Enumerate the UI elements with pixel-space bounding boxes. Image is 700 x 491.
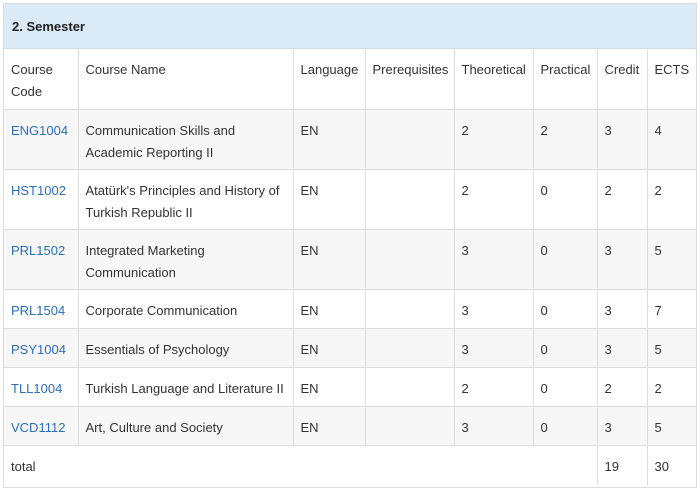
theoretical-cell: 2 bbox=[453, 366, 534, 407]
table-row: TLL1004 Turkish Language and Literature … bbox=[4, 366, 696, 407]
total-ects: 30 bbox=[646, 444, 696, 485]
practical-cell: 0 bbox=[532, 288, 598, 329]
course-code-link[interactable]: PRL1504 bbox=[11, 303, 65, 318]
table-header-row: Course Code Course Name Language Prerequi… bbox=[4, 49, 696, 110]
header-language: Language bbox=[292, 49, 366, 110]
theoretical-cell: 2 bbox=[453, 109, 534, 170]
course-table: Course Code Course Name Language Prerequi… bbox=[4, 49, 696, 485]
theoretical-cell: 3 bbox=[453, 228, 534, 290]
course-code-cell: VCD1112 bbox=[4, 405, 79, 446]
course-code-cell: TLL1004 bbox=[4, 366, 79, 407]
course-code-cell: PRL1504 bbox=[4, 288, 79, 329]
credit-cell: 3 bbox=[596, 109, 648, 170]
course-code-link[interactable]: HST1002 bbox=[11, 183, 66, 198]
theoretical-cell: 2 bbox=[453, 168, 534, 230]
prerequisites-cell bbox=[364, 405, 455, 446]
course-code-cell: PSY1004 bbox=[4, 327, 79, 368]
table-row: PSY1004 Essentials of Psychology EN 3 0 … bbox=[4, 327, 696, 368]
practical-cell: 2 bbox=[532, 109, 598, 170]
credit-cell: 3 bbox=[596, 288, 648, 329]
header-course-code: Course Code bbox=[4, 49, 79, 110]
header-course-name: Course Name bbox=[77, 49, 294, 110]
course-name-cell: Integrated Marketing Communication bbox=[77, 228, 294, 290]
language-cell: EN bbox=[292, 405, 366, 446]
course-name-cell: Communication Skills and Academic Reporti… bbox=[77, 109, 294, 170]
language-cell: EN bbox=[292, 288, 366, 329]
table-row: HST1002 Atatürk's Principles and History… bbox=[4, 168, 696, 230]
credit-cell: 2 bbox=[596, 168, 648, 230]
course-code-link[interactable]: TLL1004 bbox=[11, 381, 62, 396]
ects-cell: 5 bbox=[646, 327, 696, 368]
theoretical-cell: 3 bbox=[453, 405, 534, 446]
course-code-cell: PRL1502 bbox=[4, 228, 79, 290]
practical-cell: 0 bbox=[532, 228, 598, 290]
total-label: total bbox=[4, 444, 598, 485]
prerequisites-cell bbox=[364, 109, 455, 170]
ects-cell: 2 bbox=[646, 168, 696, 230]
course-code-link[interactable]: VCD1112 bbox=[11, 420, 65, 435]
total-credit: 19 bbox=[596, 444, 648, 485]
prerequisites-cell bbox=[364, 366, 455, 407]
credit-cell: 3 bbox=[596, 228, 648, 290]
credit-cell: 3 bbox=[596, 327, 648, 368]
ects-cell: 2 bbox=[646, 366, 696, 407]
language-cell: EN bbox=[292, 327, 366, 368]
course-code-cell: HST1002 bbox=[4, 168, 79, 230]
course-name-cell: Turkish Language and Literature II bbox=[77, 366, 294, 407]
language-cell: EN bbox=[292, 366, 366, 407]
practical-cell: 0 bbox=[532, 168, 598, 230]
table-row: ENG1004 Communication Skills and Academic… bbox=[4, 109, 696, 170]
header-credit: Credit bbox=[596, 49, 648, 110]
course-code-link[interactable]: ENG1004 bbox=[11, 123, 68, 138]
language-cell: EN bbox=[292, 228, 366, 290]
ects-cell: 5 bbox=[646, 405, 696, 446]
course-code-cell: ENG1004 bbox=[4, 109, 79, 170]
table-row: PRL1504 Corporate Communication EN 3 0 3… bbox=[4, 288, 696, 329]
course-name-cell: Art, Culture and Society bbox=[77, 405, 294, 446]
course-code-link[interactable]: PSY1004 bbox=[11, 342, 66, 357]
panel-title: 2. Semester bbox=[4, 4, 696, 49]
course-name-cell: Atatürk's Principles and History of Turki… bbox=[77, 168, 294, 230]
course-name-cell: Corporate Communication bbox=[77, 288, 294, 329]
theoretical-cell: 3 bbox=[453, 288, 534, 329]
course-code-link[interactable]: PRL1502 bbox=[11, 243, 65, 258]
total-row: total 19 30 bbox=[4, 444, 696, 485]
header-ects: ECTS bbox=[646, 49, 696, 110]
prerequisites-cell bbox=[364, 228, 455, 290]
prerequisites-cell bbox=[364, 288, 455, 329]
header-prerequisites: Prerequisites bbox=[364, 49, 455, 110]
ects-cell: 7 bbox=[646, 288, 696, 329]
prerequisites-cell bbox=[364, 327, 455, 368]
prerequisites-cell bbox=[364, 168, 455, 230]
table-row: VCD1112 Art, Culture and Society EN 3 0 … bbox=[4, 405, 696, 446]
credit-cell: 3 bbox=[596, 405, 648, 446]
language-cell: EN bbox=[292, 168, 366, 230]
semester-panel: 2. Semester Course Code Course Name Langu… bbox=[3, 3, 697, 488]
header-theoretical: Theoretical bbox=[453, 49, 534, 110]
header-practical: Practical bbox=[532, 49, 598, 110]
language-cell: EN bbox=[292, 109, 366, 170]
practical-cell: 0 bbox=[532, 366, 598, 407]
practical-cell: 0 bbox=[532, 327, 598, 368]
course-name-cell: Essentials of Psychology bbox=[77, 327, 294, 368]
theoretical-cell: 3 bbox=[453, 327, 534, 368]
practical-cell: 0 bbox=[532, 405, 598, 446]
ects-cell: 4 bbox=[646, 109, 696, 170]
ects-cell: 5 bbox=[646, 228, 696, 290]
credit-cell: 2 bbox=[596, 366, 648, 407]
table-row: PRL1502 Integrated Marketing Communicatio… bbox=[4, 228, 696, 290]
